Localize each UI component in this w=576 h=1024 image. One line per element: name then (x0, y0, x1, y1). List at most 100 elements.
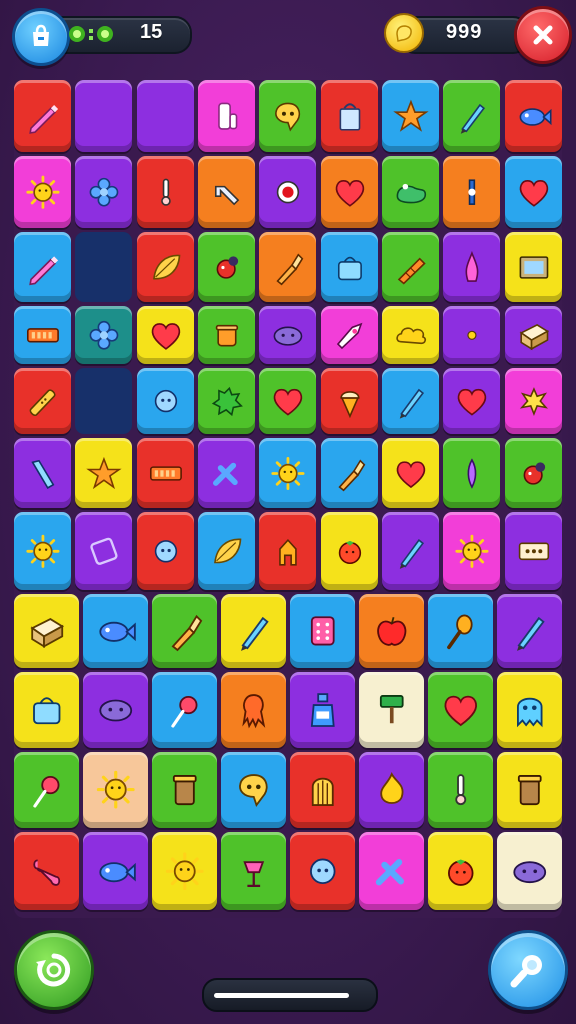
tile-pen[interactable] (443, 80, 500, 152)
tile-sun[interactable] (83, 752, 148, 828)
tile-heart[interactable] (321, 156, 378, 228)
tile-lolly[interactable] (14, 752, 79, 828)
tile-flower[interactable] (75, 306, 132, 364)
tile-sun[interactable] (14, 512, 71, 590)
tile-frog[interactable] (382, 156, 439, 228)
tile-leaf[interactable] (137, 232, 194, 302)
hint-button[interactable] (488, 930, 568, 1010)
tile-star[interactable] (75, 438, 132, 508)
tile-cup[interactable] (198, 306, 255, 364)
tile-chat[interactable] (221, 752, 286, 828)
tile-bag[interactable] (321, 232, 378, 302)
tile-box[interactable] (505, 306, 562, 364)
tile-bag[interactable] (14, 672, 79, 748)
tile-carrot[interactable] (382, 232, 439, 302)
tile-dice[interactable] (290, 594, 355, 668)
tile-button[interactable] (290, 832, 355, 910)
tile-roller[interactable] (359, 672, 424, 748)
tile-pen[interactable] (497, 594, 562, 668)
tile-ring[interactable] (259, 156, 316, 228)
tile-bug[interactable] (198, 232, 255, 302)
flame-icon (359, 752, 424, 828)
tile-button[interactable] (137, 368, 194, 434)
tile-cross[interactable] (198, 438, 255, 508)
tile-splat[interactable] (198, 368, 255, 434)
tile-frame[interactable] (505, 232, 562, 302)
tile-bar[interactable] (14, 306, 71, 364)
tile-apple[interactable] (359, 594, 424, 668)
tile-flower[interactable] (75, 156, 132, 228)
tile-bottle[interactable] (290, 672, 355, 748)
tile-pen[interactable] (382, 368, 439, 434)
tile-button[interactable] (137, 512, 194, 590)
tile-lamp[interactable] (221, 832, 286, 910)
tile-sun[interactable] (443, 512, 500, 590)
tile-heart[interactable] (428, 672, 493, 748)
tile-fish[interactable] (83, 594, 148, 668)
tile-heart[interactable] (443, 368, 500, 434)
tile-tomato[interactable] (321, 512, 378, 590)
tile-blob[interactable] (497, 832, 562, 910)
bag-icon (321, 232, 378, 302)
tile-tube[interactable] (14, 438, 71, 508)
tile-heart[interactable] (382, 438, 439, 508)
tile-sun[interactable] (14, 156, 71, 228)
tile-lolly[interactable] (152, 672, 217, 748)
tile-squid[interactable] (221, 672, 286, 748)
tile-blob[interactable] (83, 672, 148, 748)
tile-fish[interactable] (83, 832, 148, 910)
tile-blob[interactable] (259, 306, 316, 364)
tile-cloud[interactable] (382, 306, 439, 364)
tile-roll[interactable] (198, 80, 255, 152)
tile-pen[interactable] (382, 512, 439, 590)
tile-brush[interactable] (259, 232, 316, 302)
tile-sun[interactable] (259, 438, 316, 508)
tile-pin[interactable] (428, 752, 493, 828)
tile-flame[interactable] (359, 752, 424, 828)
tile-tomato[interactable] (428, 832, 493, 910)
tile-leaf[interactable] (198, 512, 255, 590)
tile-tag[interactable] (75, 512, 132, 590)
tile-spoon[interactable] (428, 594, 493, 668)
tile-ghost[interactable] (497, 672, 562, 748)
tile-bandage[interactable] (14, 368, 71, 434)
tile-cage[interactable] (290, 752, 355, 828)
tile-bucket[interactable] (321, 80, 378, 152)
tile-fish[interactable] (505, 80, 562, 152)
tile-pop[interactable] (505, 368, 562, 434)
tile-jar[interactable] (497, 752, 562, 828)
tile-jar[interactable] (152, 752, 217, 828)
tile-dot[interactable] (443, 306, 500, 364)
close-button[interactable] (514, 6, 572, 64)
tile-brush[interactable] (152, 594, 217, 668)
tile-pencil[interactable] (14, 232, 71, 302)
tile-screw[interactable] (443, 156, 500, 228)
tile-cross[interactable] (359, 832, 424, 910)
tile-heart[interactable] (505, 156, 562, 228)
tile-star[interactable] (382, 80, 439, 152)
shop-button[interactable] (12, 8, 70, 66)
tile-brush[interactable] (321, 438, 378, 508)
tile-gate[interactable] (259, 512, 316, 590)
tile-bar[interactable] (137, 438, 194, 508)
tile-sun[interactable] (152, 832, 217, 910)
tile-heart[interactable] (259, 368, 316, 434)
tile-none[interactable] (137, 80, 194, 152)
tile-bone[interactable] (14, 832, 79, 910)
tile-chat[interactable] (259, 80, 316, 152)
tile-box[interactable] (14, 594, 79, 668)
tile-pencil[interactable] (14, 80, 71, 152)
tile-wing[interactable] (443, 232, 500, 302)
blob-icon (83, 672, 148, 748)
tile-feather[interactable] (443, 438, 500, 508)
tile-rocket[interactable] (321, 306, 378, 364)
tile-cone[interactable] (321, 368, 378, 434)
tile-wrench[interactable] (198, 156, 255, 228)
tile-pin[interactable] (137, 156, 194, 228)
tile-heart[interactable] (137, 306, 194, 364)
shuffle-button[interactable] (14, 930, 94, 1010)
tile-bug[interactable] (505, 438, 562, 508)
tile-label[interactable] (505, 512, 562, 590)
tile-pen[interactable] (221, 594, 286, 668)
tile-none[interactable] (75, 80, 132, 152)
